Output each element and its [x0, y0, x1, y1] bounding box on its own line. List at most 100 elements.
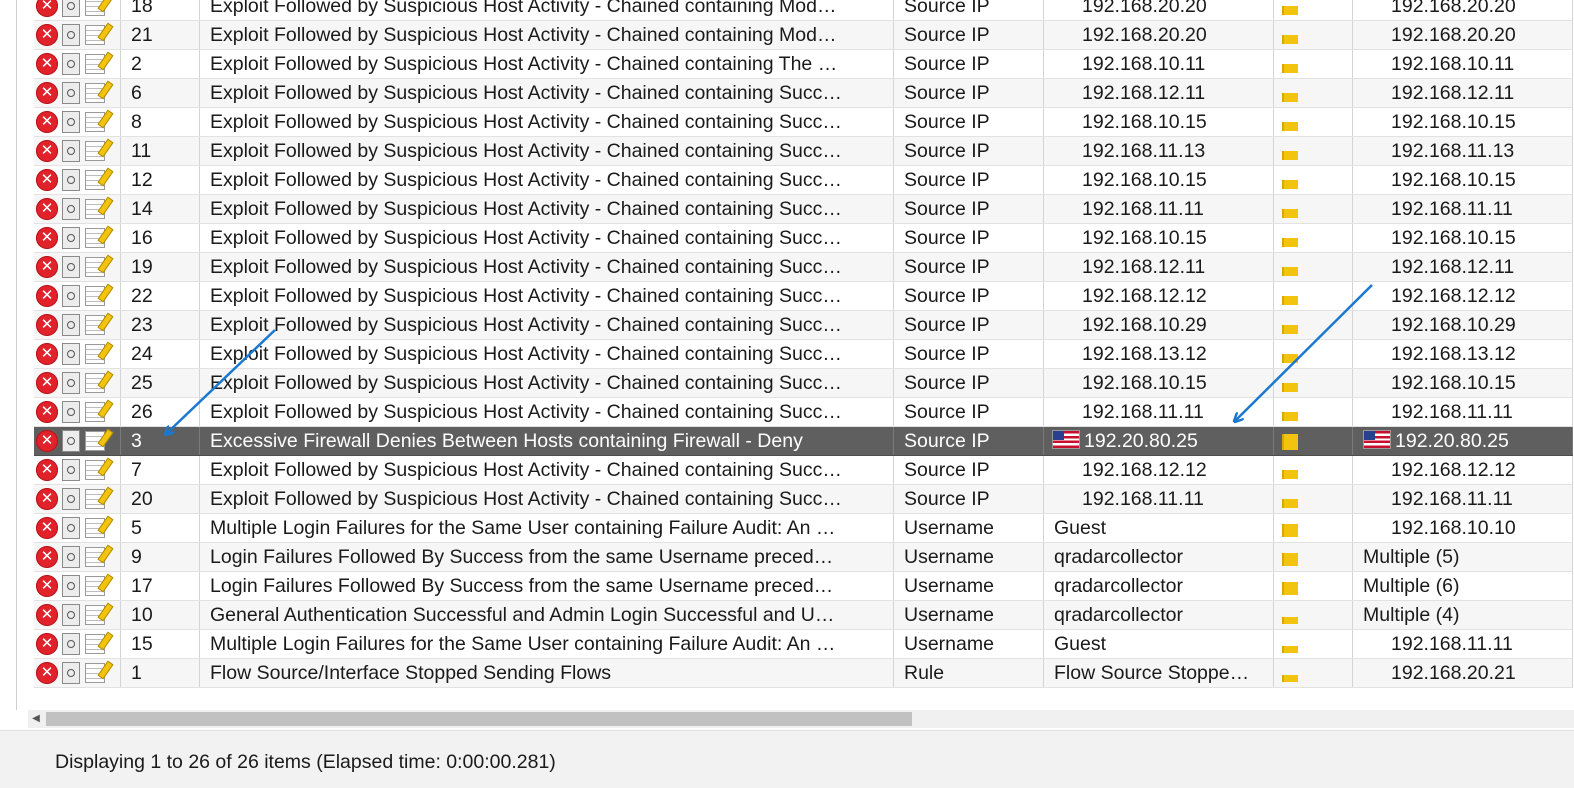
- offense-description[interactable]: Exploit Followed by Suspicious Host Acti…: [199, 339, 894, 369]
- source-ip-cell[interactable]: 192.168.10.15: [1352, 368, 1573, 398]
- offense-row[interactable]: ✕ 7 Exploit Followed by Suspicious Host Ac…: [34, 455, 1573, 485]
- offense-source-cell[interactable]: 192.168.11.11: [1043, 484, 1274, 514]
- offense-row[interactable]: ✕ 21 Exploit Followed by Suspicious Host A…: [34, 20, 1573, 50]
- offense-details-icon[interactable]: [62, 256, 80, 278]
- source-ip-cell[interactable]: 192.168.12.11: [1352, 78, 1573, 108]
- offense-details-icon[interactable]: [62, 0, 80, 17]
- add-note-icon[interactable]: [85, 170, 105, 190]
- add-note-icon[interactable]: [85, 518, 105, 538]
- close-offense-icon[interactable]: ✕: [36, 24, 58, 46]
- add-note-icon[interactable]: [85, 286, 105, 306]
- offense-description[interactable]: Exploit Followed by Suspicious Host Acti…: [199, 252, 894, 282]
- close-offense-icon[interactable]: ✕: [36, 488, 58, 510]
- close-offense-icon[interactable]: ✕: [36, 111, 58, 133]
- offense-details-icon[interactable]: [62, 111, 80, 133]
- offense-row[interactable]: ✕ 24 Exploit Followed by Suspicious Host A…: [34, 339, 1573, 369]
- offense-source-cell[interactable]: 192.168.20.20: [1043, 0, 1274, 21]
- source-ip-cell[interactable]: Multiple (5): [1352, 542, 1573, 572]
- offense-row[interactable]: ✕ 18 Exploit Followed by Suspicious Host A…: [34, 0, 1573, 21]
- add-note-icon[interactable]: [85, 547, 105, 567]
- add-note-icon[interactable]: [85, 315, 105, 335]
- add-note-icon[interactable]: [85, 141, 105, 161]
- close-offense-icon[interactable]: ✕: [36, 82, 58, 104]
- close-offense-icon[interactable]: ✕: [36, 227, 58, 249]
- add-note-icon[interactable]: [85, 54, 105, 74]
- offense-description[interactable]: Multiple Login Failures for the Same Use…: [199, 513, 894, 543]
- close-offense-icon[interactable]: ✕: [36, 198, 58, 220]
- offense-source-cell[interactable]: qradarcollector: [1043, 600, 1274, 630]
- offense-source-cell[interactable]: 192.168.12.12: [1043, 455, 1274, 485]
- add-note-icon[interactable]: [85, 0, 105, 16]
- offense-source-cell[interactable]: 192.168.11.11: [1043, 194, 1274, 224]
- offense-source-cell[interactable]: Flow Source Stoppe…: [1043, 658, 1274, 688]
- add-note-icon[interactable]: [85, 489, 105, 509]
- add-note-icon[interactable]: [85, 83, 105, 103]
- close-offense-icon[interactable]: ✕: [36, 53, 58, 75]
- offense-description[interactable]: Exploit Followed by Suspicious Host Acti…: [199, 49, 894, 79]
- offense-row[interactable]: ✕ 1 Flow Source/Interface Stopped Sending …: [34, 658, 1573, 688]
- offense-details-icon[interactable]: [62, 546, 80, 568]
- offense-source-cell[interactable]: 192.168.12.11: [1043, 78, 1274, 108]
- add-note-icon[interactable]: [85, 663, 105, 683]
- offense-description[interactable]: Login Failures Followed By Success from …: [199, 571, 894, 601]
- offense-source-cell[interactable]: Guest: [1043, 629, 1274, 659]
- close-offense-icon[interactable]: ✕: [36, 575, 58, 597]
- offense-details-icon[interactable]: [62, 343, 80, 365]
- offense-details-icon[interactable]: [62, 633, 80, 655]
- offense-source-cell[interactable]: 192.168.11.11: [1043, 397, 1274, 427]
- offense-details-icon[interactable]: [62, 372, 80, 394]
- offense-row[interactable]: ✕ 12 Exploit Followed by Suspicious Host A…: [34, 165, 1573, 195]
- source-ip-cell[interactable]: 192.168.10.15: [1352, 165, 1573, 195]
- offense-description[interactable]: General Authentication Successful and Ad…: [199, 600, 894, 630]
- add-note-icon[interactable]: [85, 605, 105, 625]
- offense-description[interactable]: Exploit Followed by Suspicious Host Acti…: [199, 136, 894, 166]
- offense-row[interactable]: ✕ 19 Exploit Followed by Suspicious Host A…: [34, 252, 1573, 282]
- source-ip-cell[interactable]: 192.168.11.11: [1352, 194, 1573, 224]
- offense-source-cell[interactable]: 192.168.10.11: [1043, 49, 1274, 79]
- close-offense-icon[interactable]: ✕: [36, 604, 58, 626]
- close-offense-icon[interactable]: ✕: [36, 140, 58, 162]
- offense-source-cell[interactable]: 192.168.10.15: [1043, 107, 1274, 137]
- offense-source-cell[interactable]: 192.168.10.15: [1043, 165, 1274, 195]
- add-note-icon[interactable]: [85, 373, 105, 393]
- offense-row[interactable]: ✕ 5 Multiple Login Failures for the Same U…: [34, 513, 1573, 543]
- offense-row[interactable]: ✕ 17 Login Failures Followed By Success fr…: [34, 571, 1573, 601]
- source-ip-cell[interactable]: 192.168.12.11: [1352, 252, 1573, 282]
- offense-row[interactable]: ✕ 25 Exploit Followed by Suspicious Host A…: [34, 368, 1573, 398]
- close-offense-icon[interactable]: ✕: [36, 633, 58, 655]
- source-ip-cell[interactable]: Multiple (4): [1352, 600, 1573, 630]
- source-ip-cell[interactable]: 192.168.20.20: [1352, 20, 1573, 50]
- add-note-icon[interactable]: [85, 199, 105, 219]
- offense-row[interactable]: ✕ 2 Exploit Followed by Suspicious Host Ac…: [34, 49, 1573, 79]
- offense-description[interactable]: Exploit Followed by Suspicious Host Acti…: [199, 281, 894, 311]
- offense-row[interactable]: ✕ 3 Excessive Firewall Denies Between Host…: [34, 426, 1573, 456]
- scroll-left-arrow-icon[interactable]: ◀: [28, 710, 44, 728]
- offense-details-icon[interactable]: [62, 575, 80, 597]
- offense-description[interactable]: Exploit Followed by Suspicious Host Acti…: [199, 78, 894, 108]
- offense-row[interactable]: ✕ 8 Exploit Followed by Suspicious Host Ac…: [34, 107, 1573, 137]
- close-offense-icon[interactable]: ✕: [36, 430, 58, 452]
- add-note-icon[interactable]: [85, 228, 105, 248]
- close-offense-icon[interactable]: ✕: [36, 546, 58, 568]
- close-offense-icon[interactable]: ✕: [36, 401, 58, 423]
- offense-details-icon[interactable]: [62, 430, 80, 452]
- offense-details-icon[interactable]: [62, 314, 80, 336]
- offense-details-icon[interactable]: [62, 140, 80, 162]
- close-offense-icon[interactable]: ✕: [36, 372, 58, 394]
- offense-source-cell[interactable]: 192.168.10.29: [1043, 310, 1274, 340]
- source-ip-cell[interactable]: 192.168.20.21: [1352, 658, 1573, 688]
- offense-source-cell[interactable]: 192.168.13.12: [1043, 339, 1274, 369]
- source-ip-cell[interactable]: 192.168.10.15: [1352, 223, 1573, 253]
- offense-description[interactable]: Exploit Followed by Suspicious Host Acti…: [199, 165, 894, 195]
- source-ip-cell[interactable]: 192.168.10.10: [1352, 513, 1573, 543]
- source-ip-cell[interactable]: 192.168.13.12: [1352, 339, 1573, 369]
- close-offense-icon[interactable]: ✕: [36, 662, 58, 684]
- offense-description[interactable]: Exploit Followed by Suspicious Host Acti…: [199, 20, 894, 50]
- offense-details-icon[interactable]: [62, 604, 80, 626]
- source-ip-cell[interactable]: 192.168.20.20: [1352, 0, 1573, 21]
- add-note-icon[interactable]: [85, 257, 105, 277]
- add-note-icon[interactable]: [85, 402, 105, 422]
- scrollbar-thumb[interactable]: [46, 712, 912, 726]
- offense-description[interactable]: Excessive Firewall Denies Between Hosts …: [199, 426, 894, 456]
- add-note-icon[interactable]: [85, 112, 105, 132]
